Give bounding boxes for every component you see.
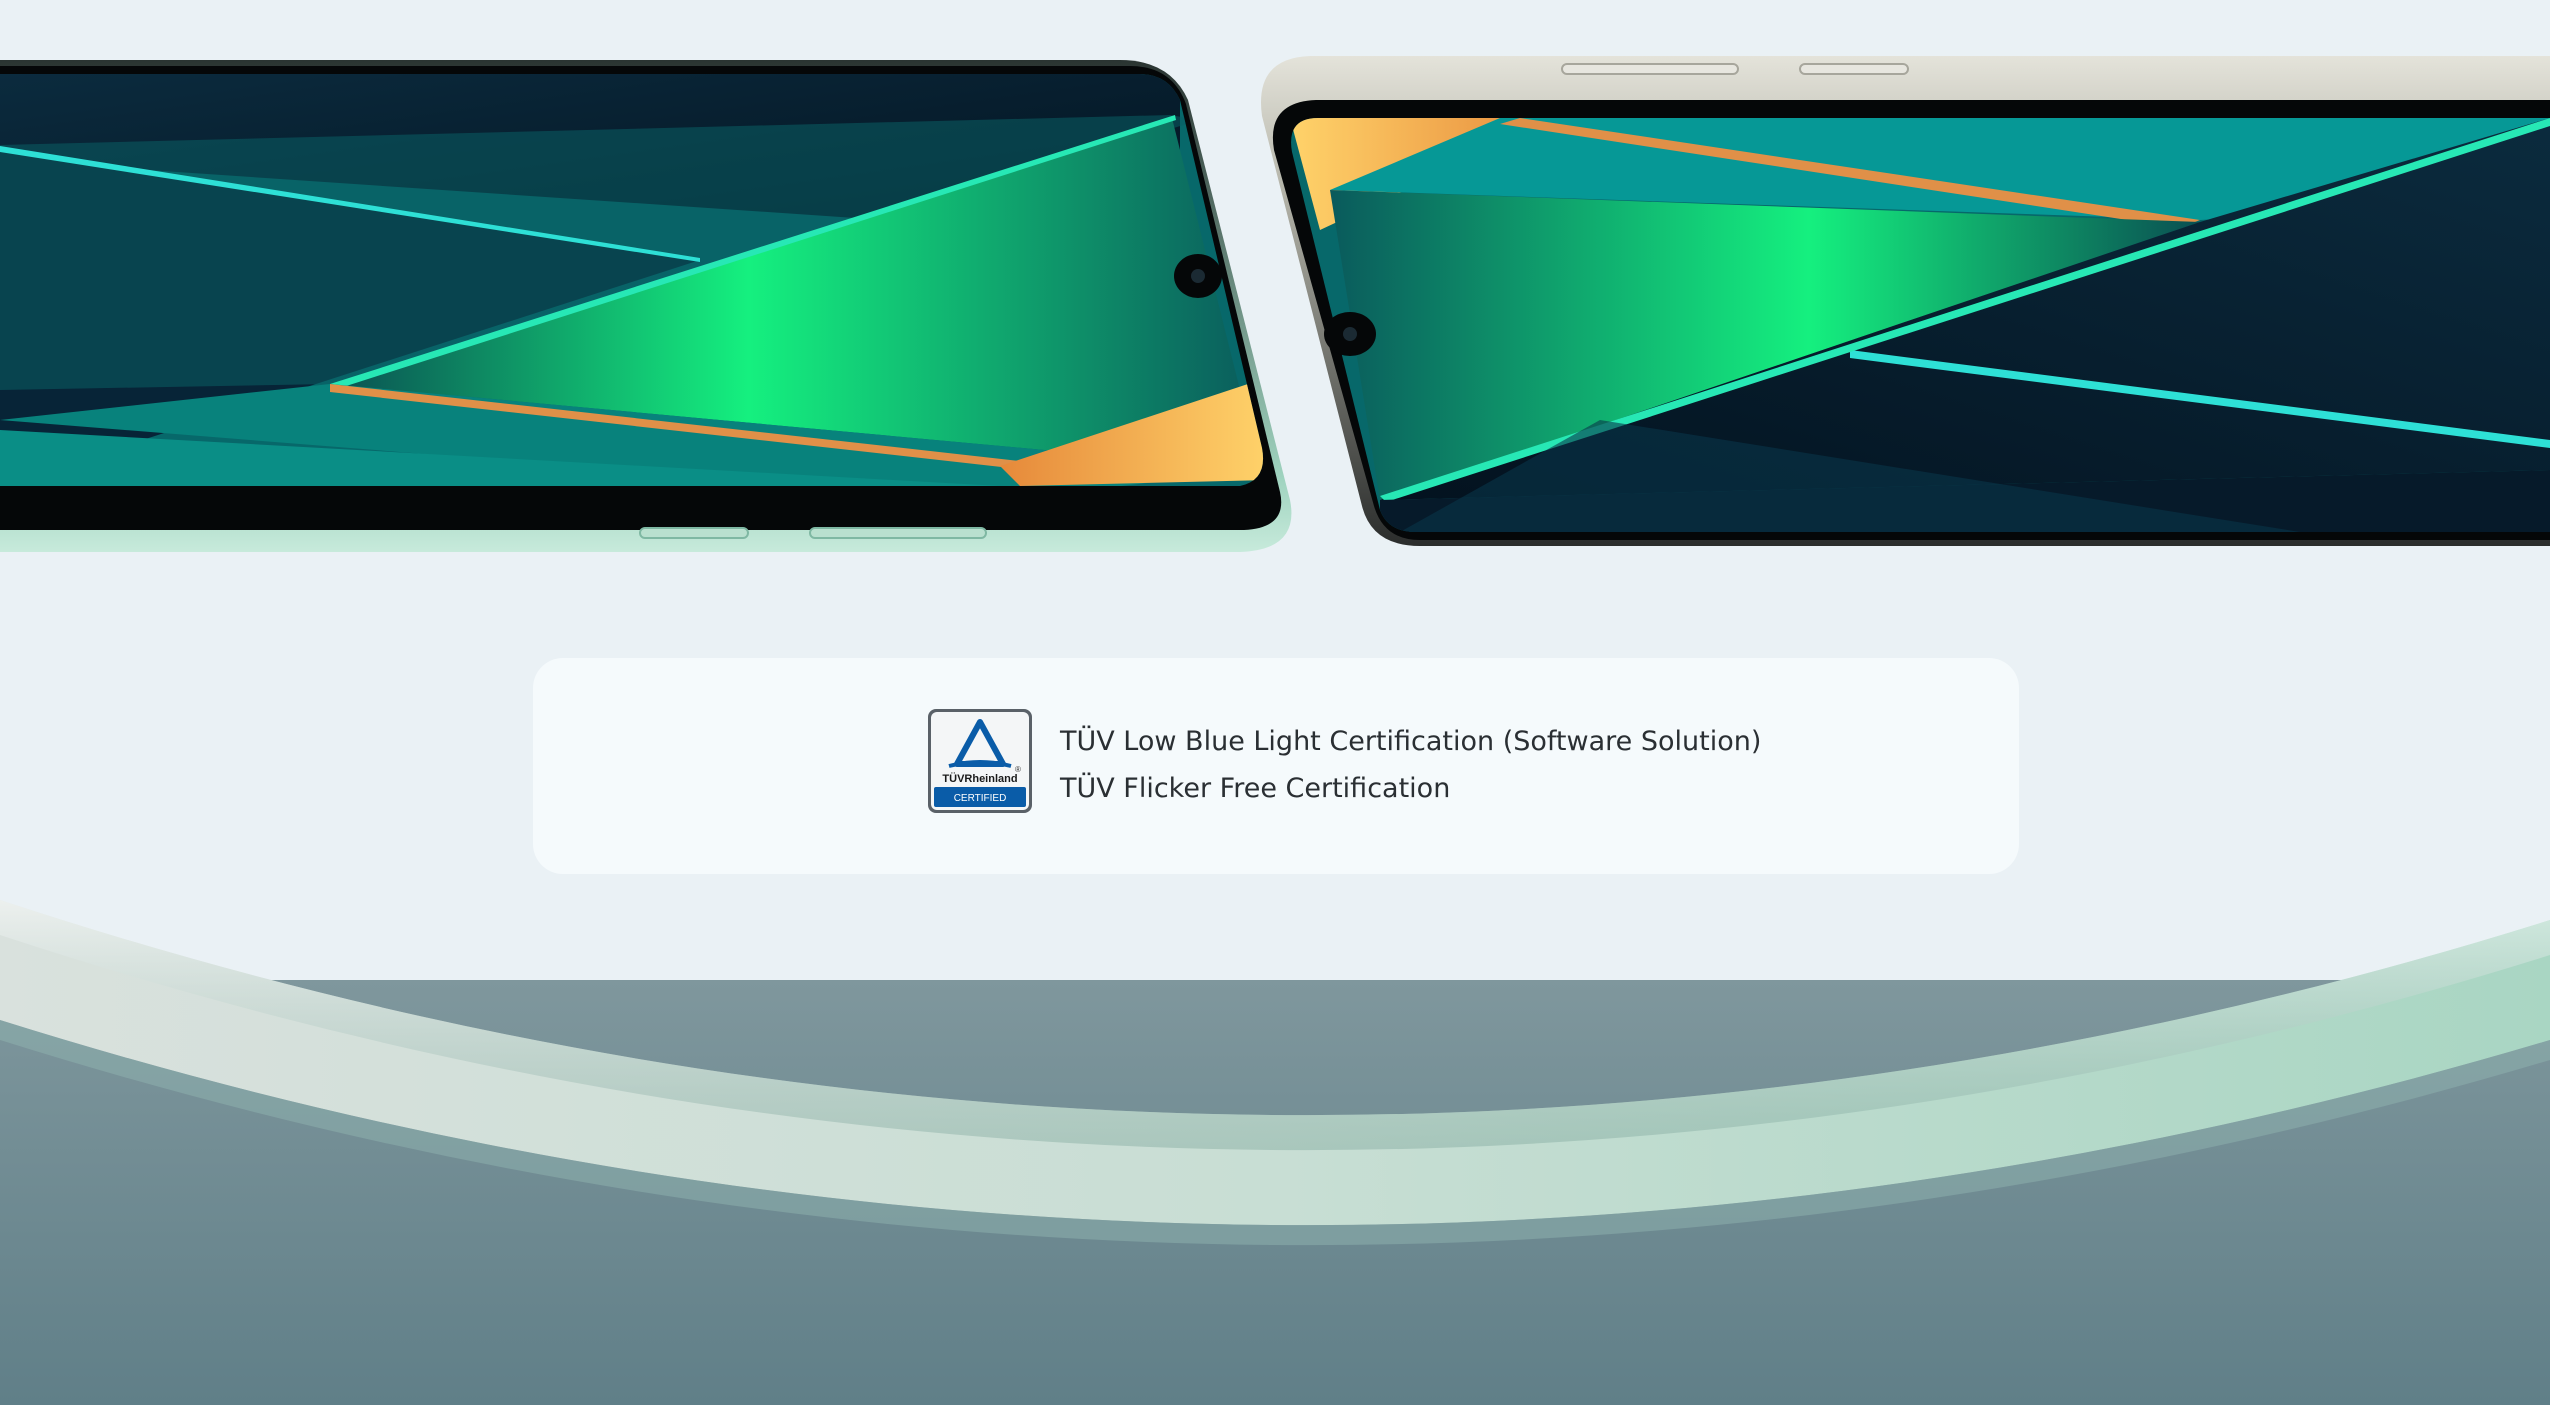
tuv-rheinland-certified-badge-icon: ® TÜVRheinland CERTIFIED [927,708,1033,814]
left-phone-button [809,527,987,539]
badge-brand-text: TÜVRheinland [942,772,1017,785]
certification-card: ® TÜVRheinland CERTIFIED TÜV Low Blue Li… [533,658,2019,874]
product-feature-section: ® TÜVRheinland CERTIFIED TÜV Low Blue Li… [0,0,2550,1405]
certification-list: TÜV Low Blue Light Certification (Softwa… [1060,718,1960,812]
left-phone [0,60,1292,552]
right-phone-button [1799,63,1909,75]
right-phone [1261,56,2550,546]
left-phone-button [639,527,749,539]
certification-item-flicker-free: TÜV Flicker Free Certification [1060,773,1451,804]
badge-certified-text: CERTIFIED [954,793,1007,804]
right-phone-button [1561,63,1739,75]
certification-item-low-blue-light: TÜV Low Blue Light Certification (Softwa… [1060,726,1762,757]
